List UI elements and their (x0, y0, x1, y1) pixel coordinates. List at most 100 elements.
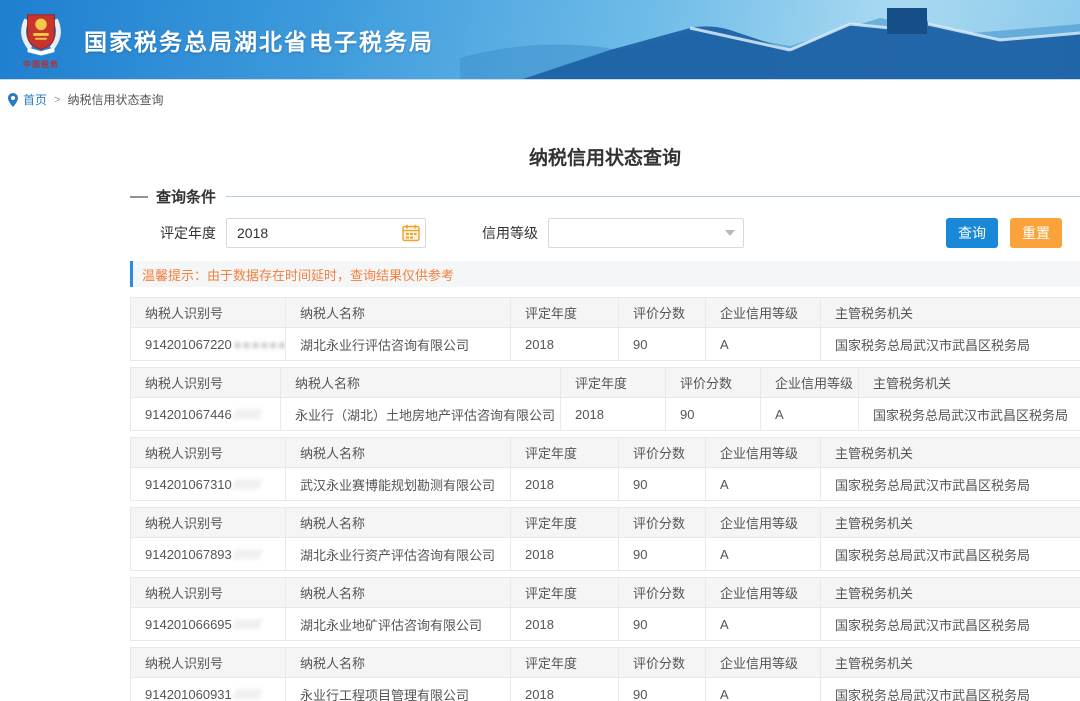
taxpayer-id-visible: 914201067310 (145, 477, 232, 492)
taxpayer-name-cell: 湖北永业行评估咨询有限公司 (286, 328, 511, 361)
result-block: 纳税人识别号纳税人名称评定年度评价分数企业信用等级主管税务机关 91420106… (130, 367, 1080, 431)
results: 纳税人识别号纳税人名称评定年度评价分数企业信用等级主管税务机关 91420106… (130, 297, 1080, 701)
assessment-year-cell: 2018 (511, 468, 619, 501)
taxpayer-id-redacted: ////// (234, 547, 262, 562)
table-row: 914201067446////// 永业行（湖北）土地房地产评估咨询有限公司20… (131, 398, 1080, 431)
column-header: 企业信用等级 (761, 368, 859, 398)
taxpayer-id-visible: 914201060931 (145, 687, 232, 701)
breadcrumb: 首页 > 纳税信用状态查询 (0, 80, 1080, 117)
credit-grade-cell: A (706, 538, 821, 571)
column-header: 纳税人名称 (286, 298, 511, 328)
column-header: 主管税务机关 (821, 508, 1080, 538)
taxpayer-name-cell: 湖北永业行资产评估咨询有限公司 (286, 538, 511, 571)
column-header: 纳税人名称 (286, 578, 511, 608)
result-block: 纳税人识别号纳税人名称评定年度评价分数企业信用等级主管税务机关 91420106… (130, 507, 1080, 571)
tax-authority-cell: 国家税务总局武汉市武昌区税务局 (821, 468, 1080, 501)
column-header: 主管税务机关 (821, 578, 1080, 608)
year-label: 评定年度 (160, 223, 216, 243)
assessment-year-cell: 2018 (511, 538, 619, 571)
column-header: 评价分数 (619, 508, 706, 538)
top-banner: 中国税务 国家税务总局湖北省电子税务局 (0, 0, 1080, 80)
taxpayer-id-visible: 914201067446 (145, 407, 232, 422)
legend-dash (130, 196, 148, 198)
table-header-row: 纳税人识别号纳税人名称评定年度评价分数企业信用等级主管税务机关 (131, 648, 1080, 678)
grade-select[interactable] (548, 218, 744, 248)
taxpayer-id-redacted: ////// (234, 687, 262, 701)
column-header: 评价分数 (619, 648, 706, 678)
tax-authority-cell: 国家税务总局武汉市武昌区税务局 (821, 678, 1080, 701)
column-header: 纳税人名称 (286, 648, 511, 678)
score-cell: 90 (619, 608, 706, 641)
tax-emblem-icon (18, 10, 64, 56)
credit-grade-cell: A (706, 678, 821, 701)
table-header-row: 纳税人识别号纳税人名称评定年度评价分数企业信用等级主管税务机关 (131, 578, 1080, 608)
column-header: 纳税人识别号 (131, 648, 286, 678)
taxpayer-name-cell: 永业行（湖北）土地房地产评估咨询有限公司 (281, 398, 561, 431)
main-content: 纳税信用状态查询 查询条件 评定年度 信用等级 (130, 143, 1080, 701)
result-block: 纳税人识别号纳税人名称评定年度评价分数企业信用等级主管税务机关 91420106… (130, 297, 1080, 361)
column-header: 评价分数 (619, 578, 706, 608)
column-header: 主管税务机关 (859, 368, 1080, 398)
column-header: 评定年度 (511, 578, 619, 608)
grade-label: 信用等级 (482, 223, 538, 243)
assessment-year-cell: 2018 (511, 678, 619, 701)
taxpayer-id-visible: 914201066695 (145, 617, 232, 632)
location-pin-icon (8, 93, 18, 107)
table-row: 914201067893//////湖北永业行资产评估咨询有限公司201890A… (131, 538, 1080, 571)
calendar-icon[interactable] (402, 224, 420, 242)
breadcrumb-current: 纳税信用状态查询 (67, 91, 163, 108)
taxpayer-id-cell: 914201067220●●●●●● (131, 328, 286, 361)
column-header: 纳税人识别号 (131, 438, 286, 468)
credit-grade-cell: A (706, 468, 821, 501)
year-input[interactable] (226, 218, 426, 248)
taxpayer-id-visible: 914201067220 (145, 337, 232, 352)
tax-bureau-logo: 中国税务 (12, 10, 70, 70)
assessment-year-cell: 2018 (511, 608, 619, 641)
notice-bar: 温馨提示：由于数据存在时间延时，查询结果仅供参考 (130, 261, 1080, 287)
column-header: 纳税人名称 (281, 368, 561, 398)
score-cell: 90 (619, 468, 706, 501)
taxpayer-id-redacted: ////// (234, 617, 262, 632)
query-conditions-section: 查询条件 (130, 186, 1080, 207)
breadcrumb-home-link[interactable]: 首页 (23, 91, 47, 108)
table-header-row: 纳税人识别号纳税人名称评定年度评价分数企业信用等级主管税务机关 (131, 508, 1080, 538)
taxpayer-id-visible: 914201067893 (145, 547, 232, 562)
column-header: 评定年度 (511, 438, 619, 468)
column-header: 纳税人名称 (286, 438, 511, 468)
taxpayer-id-redacted: ////// (234, 407, 262, 422)
result-block: 纳税人识别号纳税人名称评定年度评价分数企业信用等级主管税务机关 91420106… (130, 437, 1080, 501)
credit-grade-cell: A (706, 328, 821, 361)
tax-authority-cell: 国家税务总局武汉市武昌区税务局 (821, 328, 1080, 361)
column-header: 纳税人识别号 (131, 298, 286, 328)
query-form: 评定年度 信用等级 查询 重置 (130, 217, 1080, 249)
credit-grade-cell: A (706, 608, 821, 641)
table-header-row: 纳税人识别号纳税人名称评定年度评价分数企业信用等级主管税务机关 (131, 438, 1080, 468)
taxpayer-name-cell: 湖北永业地矿评估咨询有限公司 (286, 608, 511, 641)
logo-caption: 中国税务 (12, 59, 70, 70)
taxpayer-id-cell: 914201067893////// (131, 538, 286, 571)
column-header: 主管税务机关 (821, 648, 1080, 678)
tax-authority-cell: 国家税务总局武汉市武昌区税务局 (859, 398, 1080, 431)
column-header: 企业信用等级 (706, 508, 821, 538)
section-title: 查询条件 (156, 186, 216, 207)
legend-line (226, 196, 1080, 197)
column-header: 评定年度 (511, 298, 619, 328)
query-button[interactable]: 查询 (946, 218, 998, 248)
column-header: 评价分数 (619, 438, 706, 468)
reset-button[interactable]: 重置 (1010, 218, 1062, 248)
assessment-year-cell: 2018 (561, 398, 666, 431)
column-header: 评价分数 (666, 368, 761, 398)
taxpayer-id-redacted: ////// (234, 477, 262, 492)
column-header: 评定年度 (561, 368, 666, 398)
assessment-year-cell: 2018 (511, 328, 619, 361)
score-cell: 90 (666, 398, 761, 431)
score-cell: 90 (619, 678, 706, 701)
column-header: 企业信用等级 (706, 648, 821, 678)
breadcrumb-separator: > (54, 94, 60, 106)
column-header: 纳税人名称 (286, 508, 511, 538)
table-row: 914201067310//////武汉永业赛博能规划勘测有限公司201890A… (131, 468, 1080, 501)
column-header: 企业信用等级 (706, 298, 821, 328)
result-block: 纳税人识别号纳税人名称评定年度评价分数企业信用等级主管税务机关 91420106… (130, 577, 1080, 641)
column-header: 企业信用等级 (706, 438, 821, 468)
column-header: 主管税务机关 (821, 438, 1080, 468)
